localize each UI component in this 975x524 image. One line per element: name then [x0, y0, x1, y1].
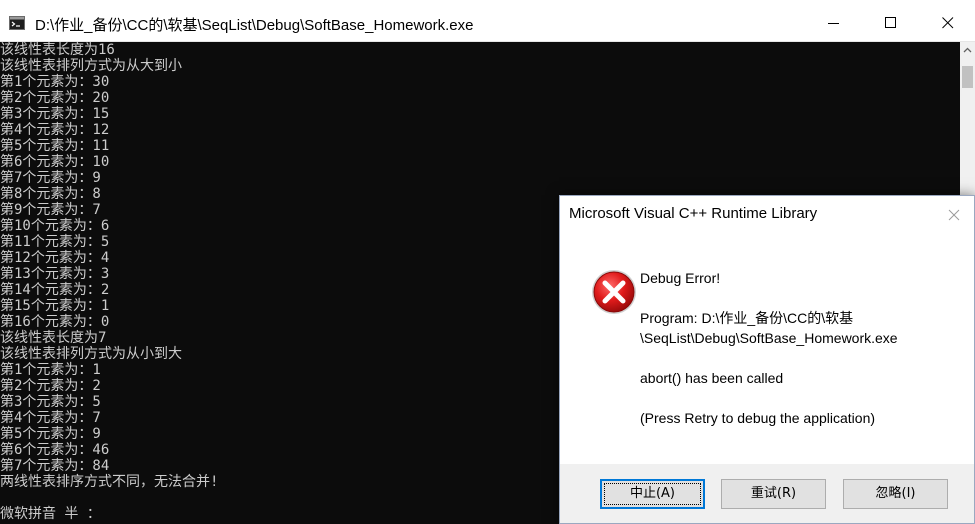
debug-error-heading: Debug Error! — [640, 270, 721, 286]
console-line: 该线性表长度为16 — [0, 42, 115, 58]
dialog-close-icon[interactable] — [941, 205, 967, 225]
console-line: 第11个元素为：5 — [0, 234, 110, 250]
console-line: 第12个元素为：4 — [0, 250, 110, 266]
dialog-title: Microsoft Visual C++ Runtime Library — [569, 205, 818, 222]
console-line: 第7个元素为：9 — [0, 170, 101, 186]
close-icon — [942, 17, 954, 29]
console-line: 第6个元素为：10 — [0, 154, 110, 170]
console-line: 该线性表长度为7 — [0, 330, 107, 346]
console-line: 第9个元素为：7 — [0, 202, 101, 218]
abort-button[interactable]: 中止(A) — [600, 479, 705, 509]
console-app-icon — [9, 16, 25, 30]
console-line: 该线性表排列方式为从小到大 — [0, 346, 182, 362]
program-path-line-2: \SeqList\Debug\SoftBase_Homework.exe — [640, 330, 898, 346]
close-window-button[interactable] — [925, 8, 971, 38]
console-line: 第5个元素为：11 — [0, 138, 110, 154]
console-line: 第16个元素为：0 — [0, 314, 110, 330]
ime-status-bar: 微软拼音 半 ： — [0, 506, 101, 522]
retry-button[interactable]: 重试(R) — [721, 479, 826, 509]
console-line: 第15个元素为：1 — [0, 298, 110, 314]
console-title-bar[interactable]: D:\作业_备份\CC的\软基\SeqList\Debug\SoftBase_H… — [0, 4, 975, 42]
console-line: 两线性表排序方式不同，无法合并! — [0, 474, 219, 490]
console-line: 第5个元素为：9 — [0, 426, 101, 442]
console-line: 第7个元素为：84 — [0, 458, 110, 474]
console-line: 第1个元素为：30 — [0, 74, 110, 90]
error-icon — [592, 270, 636, 314]
console-line: 第8个元素为：8 — [0, 186, 101, 202]
maximize-button[interactable] — [868, 8, 914, 38]
console-line: 第2个元素为：2 — [0, 378, 101, 394]
console-line: 第14个元素为：2 — [0, 282, 110, 298]
console-line: 第4个元素为：12 — [0, 122, 110, 138]
program-path-line-1: Program: D:\作业_备份\CC的\软基 — [640, 310, 854, 326]
minimize-button[interactable] — [811, 8, 857, 38]
minimize-icon — [828, 23, 839, 24]
console-line: 第2个元素为：20 — [0, 90, 110, 106]
console-line: 第3个元素为：5 — [0, 394, 101, 410]
runtime-error-dialog: Microsoft Visual C++ Runtime Library Deb… — [559, 195, 975, 524]
scroll-up-arrow-icon[interactable] — [960, 42, 975, 59]
console-line: 第1个元素为：1 — [0, 362, 101, 378]
console-line: 第13个元素为：3 — [0, 266, 110, 282]
console-line: 第3个元素为：15 — [0, 106, 110, 122]
console-line: 第4个元素为：7 — [0, 410, 101, 426]
ignore-button[interactable]: 忽略(I) — [843, 479, 948, 509]
retry-hint: (Press Retry to debug the application) — [640, 410, 876, 426]
scrollbar-thumb[interactable] — [962, 66, 973, 88]
abort-message: abort() has been called — [640, 370, 784, 386]
maximize-icon — [885, 17, 896, 28]
window-title: D:\作业_备份\CC的\软基\SeqList\Debug\SoftBase_H… — [35, 17, 474, 34]
console-line: 第10个元素为：6 — [0, 218, 110, 234]
console-line: 第6个元素为：46 — [0, 442, 110, 458]
console-line: 该线性表排列方式为从大到小 — [0, 58, 182, 74]
